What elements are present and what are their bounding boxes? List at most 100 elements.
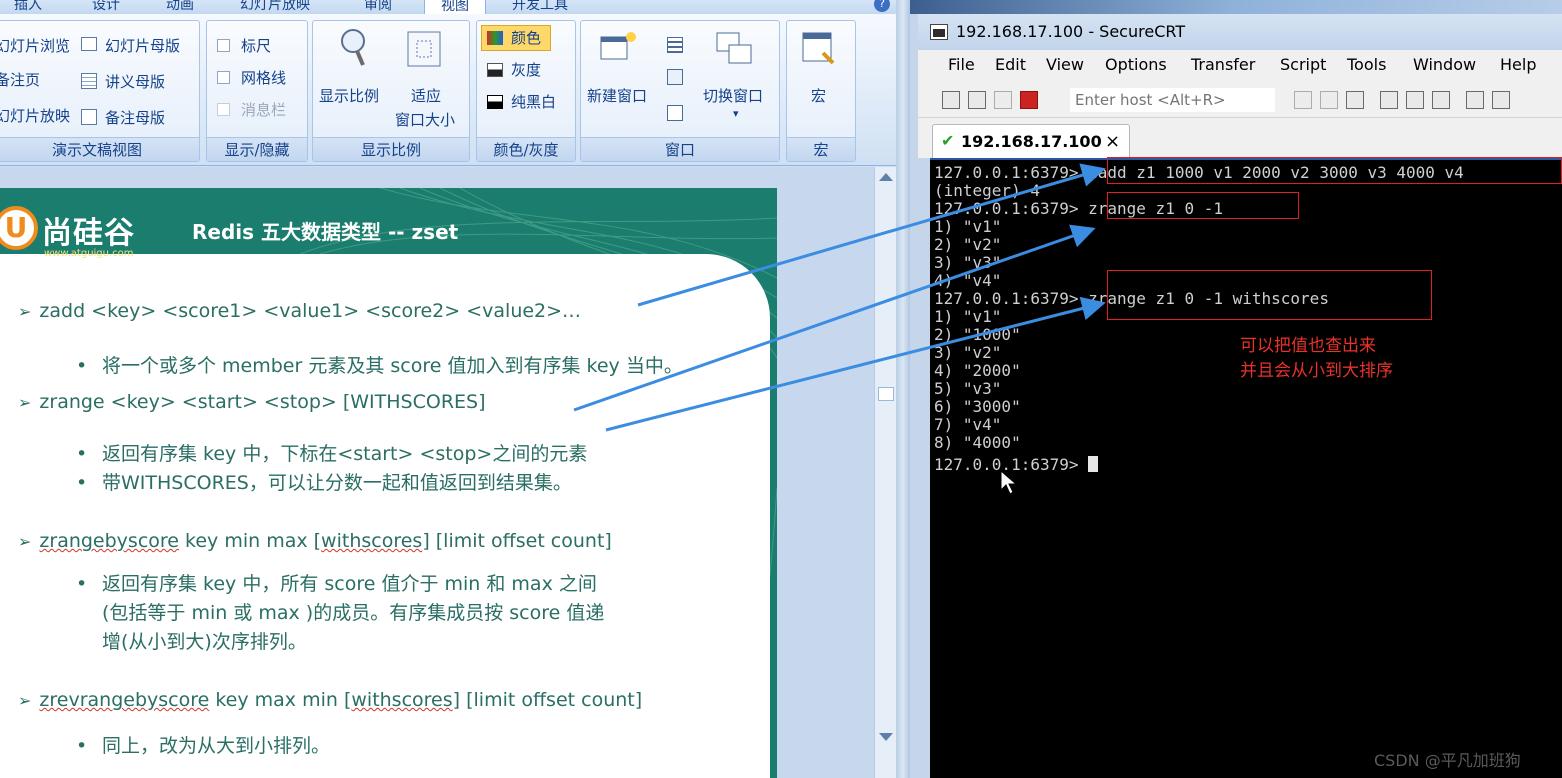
notes-master-button[interactable]: 备注母版 bbox=[105, 107, 165, 128]
scroll-thumb[interactable] bbox=[878, 387, 894, 401]
sub-bullet-text: 同上，改为从大到小排列。 bbox=[102, 735, 331, 757]
quick-connect-icon[interactable] bbox=[968, 91, 986, 109]
tab-review[interactable]: 审阅 bbox=[364, 0, 392, 14]
annotation-note: 并且会从小到大排序 bbox=[1240, 361, 1393, 381]
group-macro: 宏 宏 bbox=[786, 20, 856, 162]
bullet-zadd: ➢ zadd <key> <score1> <value1> <score2> <… bbox=[18, 300, 581, 322]
group-zoom: 显示比例 适应 窗口大小 显示比例 bbox=[312, 20, 470, 162]
grayscale-button[interactable]: 灰度 bbox=[511, 59, 541, 80]
session-options-icon[interactable] bbox=[1466, 91, 1484, 109]
bullet-text-tail: ] [limit offset count] bbox=[452, 689, 643, 711]
close-icon[interactable]: × bbox=[1105, 131, 1120, 152]
reconnect-icon[interactable] bbox=[994, 91, 1012, 109]
menu-file[interactable]: File bbox=[948, 55, 975, 74]
menu-edit[interactable]: Edit bbox=[995, 55, 1026, 74]
terminal-line: 6) "3000" bbox=[934, 397, 1021, 416]
print-setup-icon[interactable] bbox=[1380, 91, 1398, 109]
tab-animation[interactable]: 动画 bbox=[166, 0, 194, 14]
sub-bullet-text: 返回有序集 key 中，下标在<start> <stop>之间的元素 bbox=[102, 443, 588, 465]
tab-insert[interactable]: 插入 bbox=[14, 0, 42, 14]
menu-transfer[interactable]: Transfer bbox=[1191, 55, 1255, 74]
window-chrome bbox=[910, 0, 1562, 14]
logo-text: 尚硅谷 bbox=[42, 216, 135, 251]
ruler-label: 标尺 bbox=[241, 37, 272, 55]
pure-black-white-button[interactable]: 纯黑白 bbox=[511, 91, 556, 112]
terminal-line: 4) "v4" bbox=[934, 271, 1002, 290]
menu-options[interactable]: Options bbox=[1105, 55, 1167, 74]
tab-design[interactable]: 设计 bbox=[92, 0, 120, 14]
slideshow-button[interactable]: 幻灯片放映 bbox=[0, 105, 70, 126]
switch-window-icon bbox=[716, 32, 752, 64]
connect-icon[interactable] bbox=[942, 91, 960, 109]
print-icon[interactable] bbox=[1432, 91, 1450, 109]
cascade-icon[interactable] bbox=[667, 69, 683, 85]
tab-view[interactable]: 视图 bbox=[424, 0, 486, 14]
handout-master-button[interactable]: 讲义母版 bbox=[105, 71, 165, 92]
menu-bar: File Edit View Options Transfer Script T… bbox=[918, 50, 1562, 82]
switch-window-button[interactable]: 切换窗口 bbox=[703, 85, 763, 106]
print-selection-icon[interactable] bbox=[1406, 91, 1424, 109]
macro-button[interactable]: 宏 bbox=[811, 85, 826, 106]
bullet-text: zrange <key> <start> <stop> [WITHSCORES] bbox=[39, 391, 486, 413]
securecrt-window: 192.168.17.100 - SecureCRT File Edit Vie… bbox=[910, 0, 1562, 778]
annotation-note: 可以把值也查出来 bbox=[1240, 336, 1376, 356]
bullet-arrow-icon: ➢ bbox=[18, 691, 32, 710]
disconnect-icon[interactable] bbox=[1020, 91, 1038, 109]
window-divider bbox=[896, 0, 910, 778]
new-window-button[interactable]: 新建窗口 bbox=[587, 85, 647, 106]
title-bar: 192.168.17.100 - SecureCRT bbox=[918, 14, 1562, 50]
fit-window-label-1[interactable]: 适应 bbox=[411, 85, 441, 106]
bullet-arrow-icon: ➢ bbox=[18, 393, 32, 412]
menu-view[interactable]: View bbox=[1046, 55, 1084, 74]
paste-icon[interactable] bbox=[1320, 91, 1338, 109]
grayscale-icon bbox=[487, 63, 503, 77]
session-tab-bar: ✔ 192.168.17.100 × bbox=[918, 118, 1562, 158]
copy-icon[interactable] bbox=[1294, 91, 1312, 109]
ruler-checkbox[interactable] bbox=[217, 39, 230, 52]
global-options-icon[interactable] bbox=[1492, 91, 1510, 109]
sub-bullet-text: 将一个或多个 member 元素及其 score 值加入到有序集 key 当中。 bbox=[102, 355, 683, 377]
terminal[interactable]: 127.0.0.1:6379> zadd z1 1000 v1 2000 v2 … bbox=[930, 158, 1562, 778]
sub-bullet-continuation: (包括等于 min 或 max )的成员。有序集成员按 score 值递 bbox=[102, 602, 605, 624]
zoom-button[interactable]: 显示比例 bbox=[319, 85, 379, 106]
securecrt-app-icon bbox=[930, 24, 948, 40]
menu-window[interactable]: Window bbox=[1413, 55, 1476, 74]
slide-master-button[interactable]: 幻灯片母版 bbox=[105, 35, 180, 56]
group-label: 窗口 bbox=[581, 137, 779, 161]
color-label: 颜色 bbox=[511, 29, 542, 47]
session-tab[interactable]: ✔ 192.168.17.100 × bbox=[932, 124, 1130, 158]
terminal-line: 5) "v3" bbox=[934, 379, 1002, 398]
help-icon[interactable]: ? bbox=[874, 0, 890, 12]
session-tab-label: 192.168.17.100 bbox=[961, 132, 1102, 151]
enter-host-input[interactable] bbox=[1070, 88, 1275, 112]
terminal-line: 2) "v2" bbox=[934, 235, 1002, 254]
move-split-icon[interactable] bbox=[667, 105, 683, 121]
vertical-scrollbar[interactable] bbox=[874, 167, 896, 778]
tab-developer[interactable]: 开发工具 bbox=[512, 0, 568, 14]
menu-help[interactable]: Help bbox=[1500, 55, 1536, 74]
scroll-up-icon[interactable] bbox=[879, 173, 893, 181]
color-icon bbox=[487, 31, 503, 45]
terminal-line: 4) "2000" bbox=[934, 361, 1021, 380]
slide-title: Redis 五大数据类型 -- zset bbox=[192, 220, 459, 244]
logo-url: www.atguigu.com bbox=[44, 248, 134, 259]
tab-slideshow[interactable]: 幻灯片放映 bbox=[240, 0, 310, 14]
connected-check-icon: ✔ bbox=[941, 131, 955, 150]
fit-window-label-2[interactable]: 窗口大小 bbox=[395, 109, 455, 130]
arrange-all-icon[interactable] bbox=[667, 37, 683, 53]
message-bar-checkbox[interactable] bbox=[217, 103, 230, 116]
menu-tools[interactable]: Tools bbox=[1347, 55, 1386, 74]
bullet-text: key min max [ bbox=[178, 530, 322, 552]
menu-script[interactable]: Script bbox=[1280, 55, 1326, 74]
notes-page-button[interactable]: 备注页 bbox=[0, 69, 40, 90]
ribbon: 幻灯片浏览 备注页 幻灯片放映 幻灯片母版 讲义母版 备注母版 演示文稿视图 标… bbox=[0, 14, 896, 166]
scroll-down-icon[interactable] bbox=[879, 733, 893, 741]
chevron-down-icon[interactable]: ▾ bbox=[733, 107, 739, 120]
slide-sorter-button[interactable]: 幻灯片浏览 bbox=[0, 35, 70, 56]
bullet-zrevrangebyscore: ➢ zrevrangebyscore key max min [withscore… bbox=[18, 689, 642, 711]
fit-window-icon bbox=[407, 31, 441, 67]
gridlines-checkbox[interactable] bbox=[217, 71, 230, 84]
terminal-line: 7) "v4" bbox=[934, 415, 1002, 434]
bullet-zrange: ➢ zrange <key> <start> <stop> [WITHSCORES… bbox=[18, 391, 486, 413]
find-icon[interactable] bbox=[1346, 91, 1364, 109]
